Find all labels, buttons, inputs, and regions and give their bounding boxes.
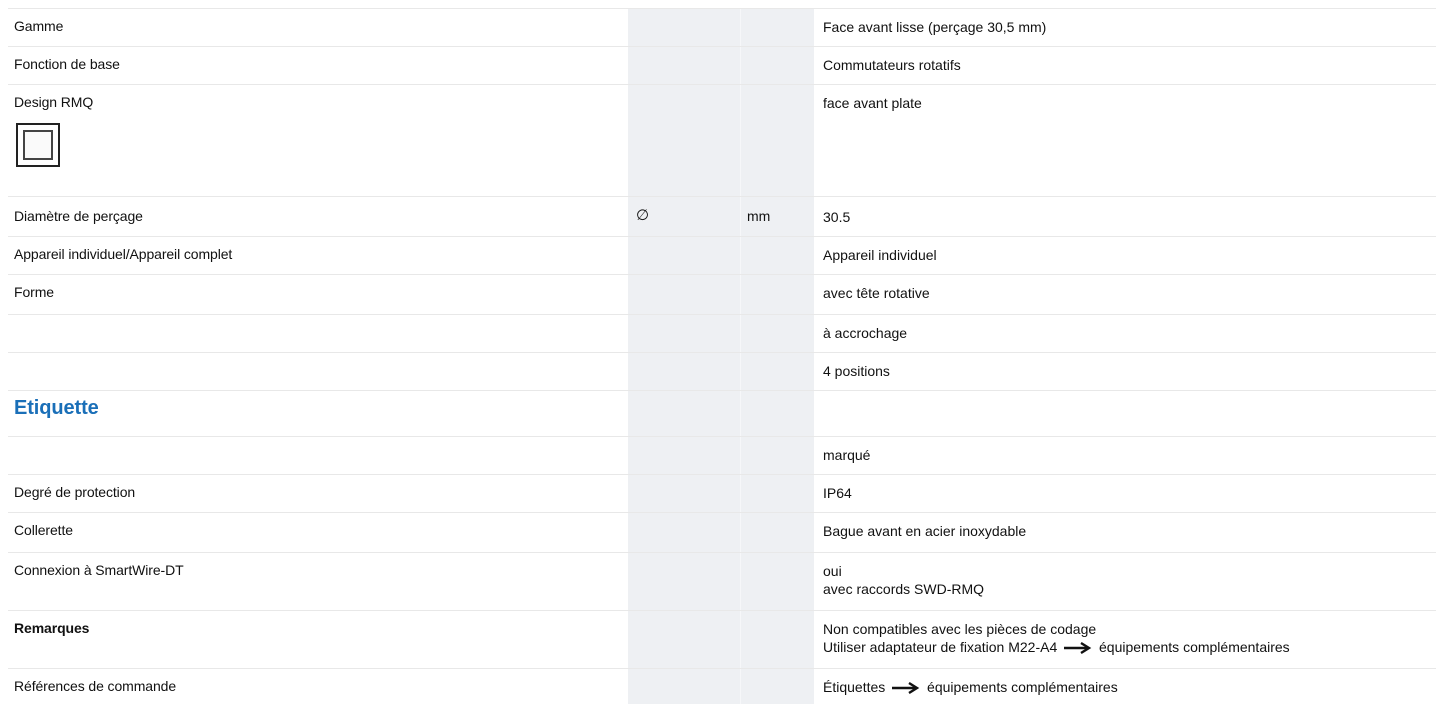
value-line: Utiliser adaptateur de fixation M22-A4 é… (823, 638, 1290, 656)
spec-row-fonction: Fonction de base Commutateurs rotatifs (8, 46, 1436, 85)
spec-row-remarques: Remarques Non compatibles avec les pièce… (8, 610, 1436, 669)
spec-row-accrochage: à accrochage (8, 314, 1436, 353)
row-label: Remarques (14, 620, 90, 636)
row-value: IP64 (823, 485, 852, 501)
diameter-symbol: ∅ (636, 207, 650, 224)
arrow-right-icon (1063, 642, 1093, 655)
spec-row-forme: Forme avec tête rotative (8, 274, 1436, 315)
value-line: Non compatibles avec les pièces de codag… (823, 621, 1097, 637)
spec-row-positions: 4 positions (8, 352, 1436, 391)
spec-row-diametre: Diamètre de perçage ∅ mm 30.5 (8, 196, 1436, 237)
row-label: Degré de protection (14, 484, 136, 500)
value-link-text[interactable]: équipements complémentaires (927, 679, 1118, 695)
arrow-right-icon (891, 682, 921, 695)
row-label: Collerette (14, 522, 73, 538)
row-label: Diamètre de perçage (14, 208, 143, 224)
row-value: face avant plate (823, 95, 922, 111)
row-label: Gamme (14, 18, 64, 34)
row-label: Design RMQ (14, 94, 94, 110)
row-value: à accrochage (823, 325, 908, 341)
row-value: Face avant lisse (perçage 30,5 mm) (823, 19, 1047, 35)
row-label: Fonction de base (14, 56, 120, 72)
product-spec-table: Gamme Face avant lisse (perçage 30,5 mm)… (0, 0, 1436, 704)
spec-row-marque: marqué (8, 436, 1436, 475)
row-value: Bague avant en acier inoxydable (823, 523, 1027, 539)
value-line: avec raccords SWD-RMQ (823, 581, 985, 597)
row-value: 4 positions (823, 363, 890, 379)
row-value: marqué (823, 447, 871, 463)
row-label: Connexion à SmartWire-DT (14, 562, 184, 578)
unit-label: mm (747, 208, 771, 224)
spec-row-references: Références de commande Étiquettes équipe… (8, 668, 1436, 705)
spec-row-design: Design RMQ face avant plate (8, 84, 1436, 197)
row-value: Commutateurs rotatifs (823, 57, 961, 73)
row-value: Appareil individuel (823, 247, 937, 263)
spec-row-gamme: Gamme Face avant lisse (perçage 30,5 mm) (8, 8, 1436, 47)
row-value: oui avec raccords SWD-RMQ (823, 562, 984, 598)
spec-row-smartwire: Connexion à SmartWire-DT oui avec raccor… (8, 552, 1436, 611)
value-link-text[interactable]: équipements complémentaires (1099, 639, 1290, 655)
row-value: avec tête rotative (823, 285, 930, 301)
section-heading-row: Etiquette (8, 390, 1436, 437)
row-value: Non compatibles avec les pièces de codag… (823, 620, 1290, 656)
row-value: Étiquettes équipements complémentaires (823, 678, 1118, 696)
value-line: oui (823, 563, 842, 579)
rmq-flat-front-icon (16, 123, 60, 167)
value-text: Étiquettes (823, 679, 886, 695)
row-label: Forme (14, 284, 54, 300)
row-label: Appareil individuel/Appareil complet (14, 246, 233, 262)
row-value: 30.5 (823, 209, 851, 225)
row-label: Références de commande (14, 678, 176, 694)
spec-row-appareil: Appareil individuel/Appareil complet App… (8, 236, 1436, 275)
spec-row-collerette: Collerette Bague avant en acier inoxydab… (8, 512, 1436, 553)
value-text: Utiliser adaptateur de fixation M22-A4 (823, 639, 1058, 655)
section-heading-etiquette: Etiquette (14, 397, 99, 419)
spec-row-protection: Degré de protection IP64 (8, 474, 1436, 513)
